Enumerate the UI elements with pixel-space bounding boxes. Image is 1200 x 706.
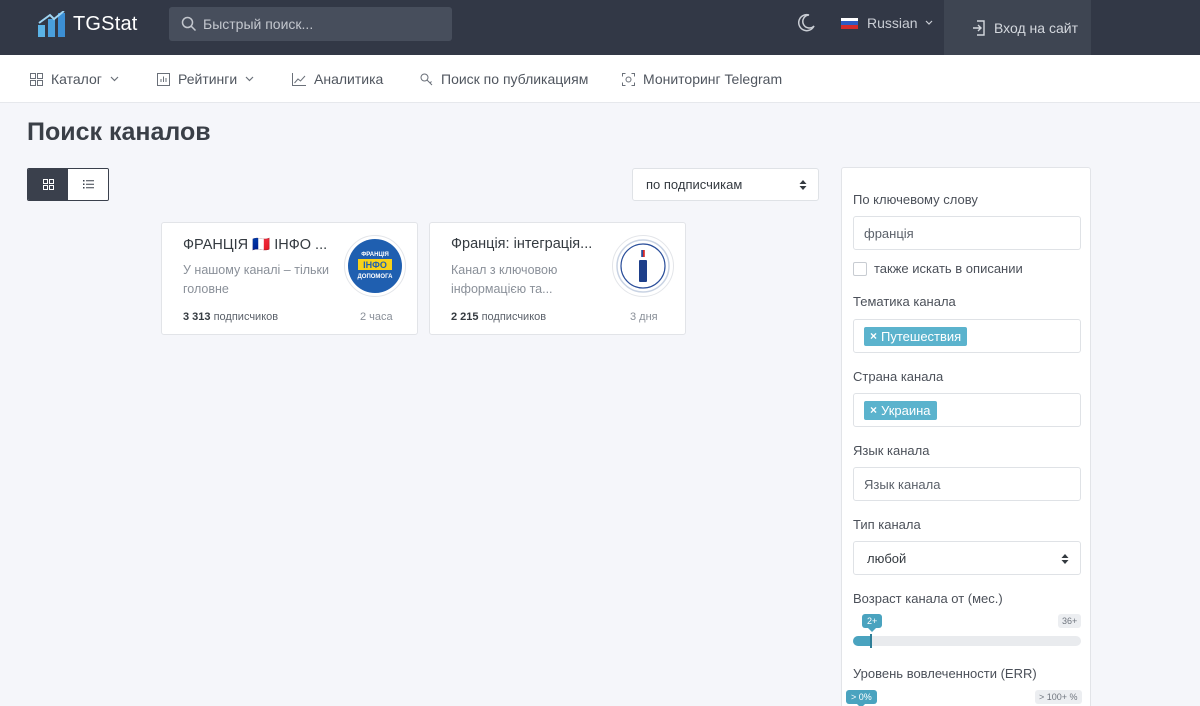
subscribers-count: 2 215 подписчиков <box>451 311 546 323</box>
remove-tag-icon[interactable]: × <box>870 329 877 343</box>
subscribers-number: 3 313 <box>183 311 211 323</box>
channel-card[interactable]: Франція: інтеграція... Канал з ключовою … <box>429 222 686 335</box>
nav-item-analytics[interactable]: Аналитика <box>292 71 383 87</box>
country-multiselect[interactable]: × Украина <box>853 393 1081 427</box>
list-view-button[interactable] <box>68 169 108 200</box>
target-icon <box>622 72 635 86</box>
russia-flag-icon <box>841 17 858 29</box>
nav-item-publication-search[interactable]: Поиск по публикациям <box>420 71 588 87</box>
top-bar: TGStat Russian Вход на сайт <box>0 0 1200 55</box>
nav-item-telegram-monitoring[interactable]: Мониторинг Telegram <box>622 71 782 87</box>
line-chart-icon <box>292 72 306 86</box>
age-slider-fill <box>853 636 871 646</box>
type-label: Тип канала <box>853 517 921 532</box>
chevron-down-icon <box>245 76 254 82</box>
sort-value: по подписчикам <box>646 177 743 192</box>
language-label: Russian <box>867 15 918 31</box>
quick-search[interactable] <box>169 7 452 41</box>
keyword-input[interactable] <box>864 225 1064 241</box>
age-max-label: 36+ <box>1058 614 1082 628</box>
key-search-icon <box>420 73 433 85</box>
nav-label: Рейтинги <box>178 71 238 87</box>
last-update-time: 3 дня <box>630 311 658 323</box>
view-toggle <box>27 168 109 201</box>
select-arrows-icon <box>799 180 807 190</box>
nav-label: Мониторинг Telegram <box>643 71 783 87</box>
login-icon <box>973 19 985 36</box>
login-button[interactable]: Вход на сайт <box>944 0 1091 55</box>
subscribers-number: 2 215 <box>451 311 479 323</box>
country-label: Страна канала <box>853 369 944 384</box>
channel-description: У нашому каналі – тільки головне <box>183 263 329 296</box>
search-in-description[interactable]: также искать в описании <box>853 261 1023 276</box>
search-input[interactable] <box>203 16 433 32</box>
nav-item-catalog[interactable]: Каталог <box>30 71 119 87</box>
chevron-down-icon <box>110 76 119 82</box>
keyword-field[interactable] <box>853 216 1081 250</box>
err-min-bubble: > 0% <box>846 690 877 706</box>
search-in-description-checkbox[interactable] <box>853 261 867 276</box>
avatar-text-top: ФРАНЦІЯ <box>361 252 389 258</box>
type-value: любой <box>867 550 907 566</box>
sort-select[interactable]: по подписчикам <box>632 168 819 201</box>
nav-item-ratings[interactable]: Рейтинги <box>157 71 254 87</box>
age-label: Возраст канала от (мес.) <box>853 591 1003 606</box>
login-label: Вход на сайт <box>994 19 1078 36</box>
select-arrows-icon <box>1061 554 1069 564</box>
search-in-description-label: также искать в описании <box>874 261 1023 276</box>
type-select[interactable]: любой <box>853 541 1081 575</box>
moon-icon[interactable] <box>796 13 816 33</box>
nav-label: Аналитика <box>314 71 384 87</box>
logo-text: TGStat <box>73 12 138 35</box>
grid-icon <box>30 72 43 86</box>
topic-multiselect[interactable]: × Путешествия <box>853 319 1081 353</box>
logo-icon <box>38 11 65 37</box>
age-slider[interactable] <box>853 634 1081 648</box>
err-label: Уровень вовлеченности (ERR) <box>853 666 1037 681</box>
language-field[interactable] <box>853 467 1081 501</box>
chevron-down-icon <box>925 20 933 25</box>
channel-title[interactable]: ФРАНЦІЯ 🇫🇷 ІНФО ... <box>183 236 327 253</box>
subscribers-label: подписчиков <box>481 311 547 323</box>
age-min-bubble: 2+ <box>862 614 883 632</box>
age-slider-handle[interactable] <box>870 634 872 648</box>
topic-tag-label: Путешествия <box>881 328 962 344</box>
language-input[interactable] <box>864 476 1064 492</box>
nav-label: Каталог <box>51 71 102 87</box>
chart-bar-icon <box>157 72 170 86</box>
avatar-text-mid: ІНФО <box>363 260 387 270</box>
nav-label: Поиск по публикациям <box>441 71 589 87</box>
remove-tag-icon[interactable]: × <box>870 403 877 417</box>
err-max-label: > 100+ % <box>1035 690 1082 704</box>
channel-description: Канал з ключовою інформацією та... <box>451 263 558 296</box>
grid-icon <box>42 179 54 190</box>
language-label: Язык канала <box>853 443 930 458</box>
last-update-time: 2 часа <box>360 311 393 323</box>
channel-card[interactable]: ФРАНЦІЯ 🇫🇷 ІНФО ... У нашому каналі – ті… <box>161 222 418 335</box>
subscribers-label: подписчиков <box>213 311 279 323</box>
filter-panel: По ключевому слову также искать в описан… <box>841 167 1091 706</box>
country-tag[interactable]: × Украина <box>864 400 937 420</box>
topic-tag[interactable]: × Путешествия <box>864 326 968 346</box>
list-icon <box>82 180 94 189</box>
france-info-logo-icon: ФРАНЦІЯ ІНФО ДОПОМОГА <box>348 239 402 293</box>
search-icon <box>181 16 197 32</box>
language-selector[interactable]: Russian <box>841 15 933 31</box>
logo[interactable]: TGStat <box>38 10 138 38</box>
avatar-text-bottom: ДОПОМОГА <box>358 274 394 280</box>
info-logo-icon <box>616 239 670 293</box>
grid-view-button[interactable] <box>28 169 68 200</box>
page-title: Поиск каналов <box>27 118 211 146</box>
keyword-label: По ключевому слову <box>853 192 978 207</box>
main-nav: Каталог Рейтинги Аналитика Поиск по публ… <box>0 55 1200 103</box>
subscribers-count: 3 313 подписчиков <box>183 311 278 323</box>
channel-title[interactable]: Франція: інтеграція... <box>451 236 592 252</box>
channel-avatar[interactable] <box>612 235 674 297</box>
country-tag-label: Украина <box>881 402 931 418</box>
channel-avatar[interactable]: ФРАНЦІЯ ІНФО ДОПОМОГА <box>344 235 406 297</box>
topic-label: Тематика канала <box>853 294 956 309</box>
